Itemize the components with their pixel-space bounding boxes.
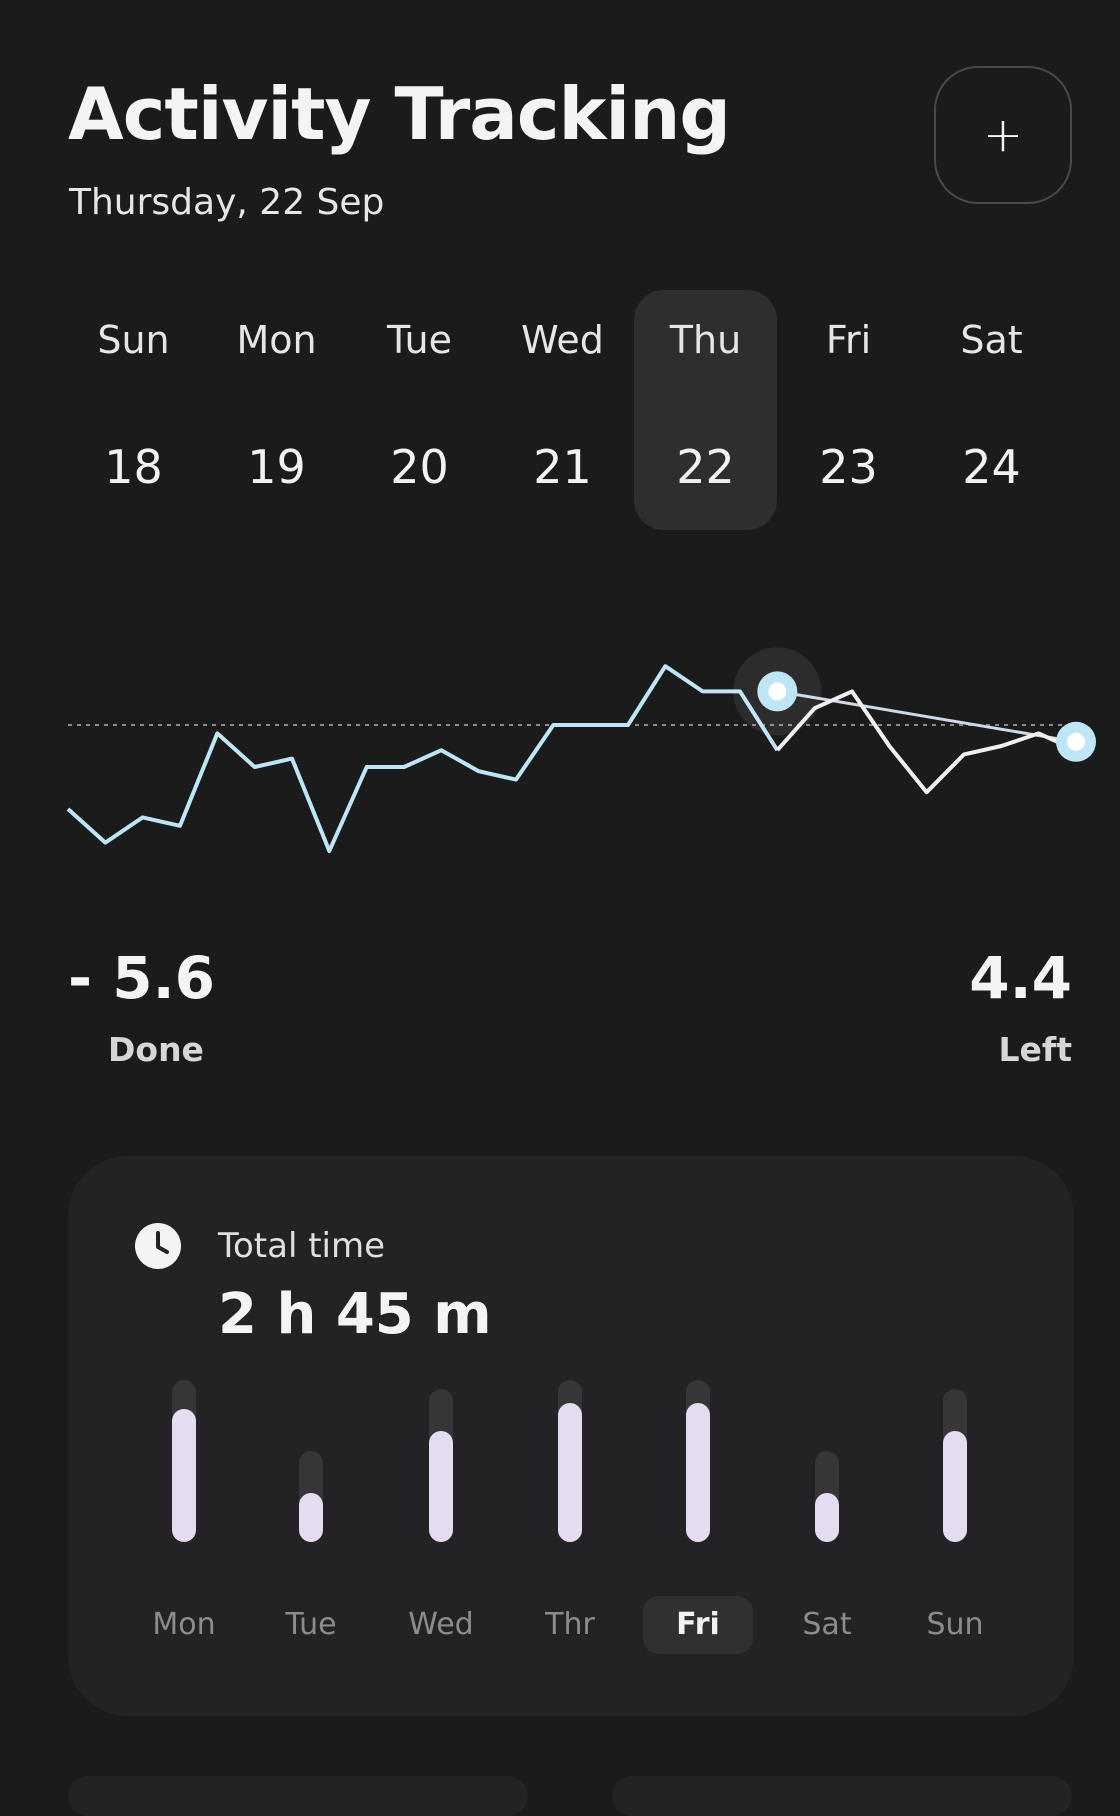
left-value: 4.4 <box>969 944 1072 1012</box>
bar-day-tue[interactable]: Tue <box>256 1596 366 1654</box>
done-value: - 5.6 <box>68 944 216 1012</box>
bar-fill <box>172 1408 196 1542</box>
bar-fill <box>558 1403 582 1542</box>
day-wed[interactable]: Wed 21 <box>491 290 634 530</box>
total-time-card[interactable]: Total time 2 h 45 m Mon Tue Wed Thr Fri Sat Su… <box>68 1156 1074 1716</box>
day-thu[interactable]: Thu 22 <box>634 290 777 530</box>
day-number: 18 <box>104 440 163 494</box>
bar-day-sat[interactable]: Sat <box>772 1596 882 1654</box>
day-name: Sun <box>97 318 170 362</box>
highlight-point-center <box>768 682 787 701</box>
bar-day-sun[interactable]: Sun <box>900 1596 1010 1654</box>
bottom-card-right[interactable] <box>612 1776 1072 1816</box>
day-number: 22 <box>676 440 735 494</box>
day-name: Sat <box>960 318 1023 362</box>
day-tue[interactable]: Tue 20 <box>348 290 491 530</box>
bar-fill <box>815 1492 839 1542</box>
day-name: Thu <box>669 318 742 362</box>
bar-day-wed[interactable]: Wed <box>386 1596 496 1654</box>
activity-line-past <box>66 664 780 853</box>
bar-day-mon[interactable]: Mon <box>129 1596 239 1654</box>
done-label: Done <box>108 1030 204 1069</box>
day-number: 23 <box>819 440 878 494</box>
day-number: 20 <box>390 440 449 494</box>
page-title: Activity Tracking <box>68 72 731 156</box>
weekly-bar-chart: Mon Tue Wed Thr Fri Sat Sun <box>68 1156 1074 1716</box>
week-selector: Sun 18 Mon 19 Tue 20 Wed 21 Thu 22 Fri 23 Sat 24 <box>62 290 1072 530</box>
day-number: 21 <box>533 440 592 494</box>
day-name: Fri <box>825 318 872 362</box>
day-number: 24 <box>962 440 1021 494</box>
day-sat[interactable]: Sat 24 <box>920 290 1063 530</box>
bar-fill <box>299 1492 323 1542</box>
day-fri[interactable]: Fri 23 <box>777 290 920 530</box>
day-number: 19 <box>247 440 306 494</box>
left-label: Left <box>998 1030 1072 1069</box>
bar-fill <box>429 1431 453 1542</box>
add-button[interactable]: + <box>934 66 1072 204</box>
bar-day-fri[interactable]: Fri <box>643 1596 753 1654</box>
activity-line-future <box>775 689 1077 795</box>
day-mon[interactable]: Mon 19 <box>205 290 348 530</box>
day-name: Mon <box>236 318 317 362</box>
bar-fill <box>686 1403 710 1542</box>
current-date: Thursday, 22 Sep <box>69 182 385 223</box>
bottom-card-left[interactable] <box>68 1776 528 1816</box>
day-name: Wed <box>521 318 604 362</box>
activity-line-chart <box>66 647 1096 853</box>
bar-day-thr[interactable]: Thr <box>515 1596 625 1654</box>
bar-fill <box>943 1431 967 1542</box>
day-name: Tue <box>387 318 452 362</box>
day-sun[interactable]: Sun 18 <box>62 290 205 530</box>
highlight-point-center <box>1067 732 1085 751</box>
